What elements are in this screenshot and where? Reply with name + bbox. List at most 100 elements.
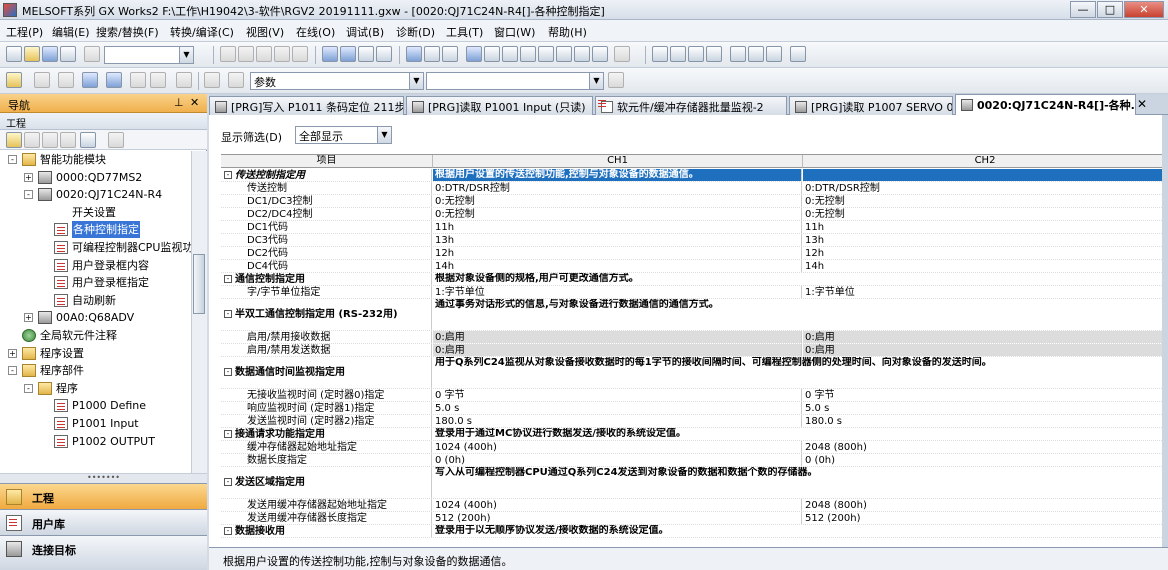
tree-node[interactable]: - 智能功能模块 — [0, 151, 190, 168]
tree-node[interactable]: 开关设置 — [0, 204, 190, 221]
grid-cell-ch1[interactable]: 0:启用 — [433, 331, 802, 343]
nav-button-user-library[interactable]: 用户库 — [0, 509, 207, 535]
help-icon[interactable] — [84, 46, 100, 62]
step-icon[interactable] — [520, 46, 536, 62]
properties-icon[interactable] — [42, 132, 58, 148]
print-icon[interactable] — [60, 46, 76, 62]
copy-icon[interactable] — [238, 46, 254, 62]
menu-item[interactable]: 在线(O) — [296, 24, 335, 40]
expand-icon[interactable]: - — [24, 190, 33, 200]
grid-cell-ch1[interactable]: 0:无控制 — [433, 208, 802, 220]
tree-node[interactable]: P1001 Input — [0, 415, 190, 432]
menu-item[interactable]: 视图(V) — [246, 24, 284, 40]
grid-setting-row[interactable]: 响应监视时间 (定时器1)指定 5.0 s 5.0 s — [221, 402, 1168, 415]
collapse-icon[interactable]: - — [224, 275, 232, 283]
tree-node[interactable]: - 程序 — [0, 380, 190, 397]
grid-setting-row[interactable]: DC1代码 11h 11h — [221, 221, 1168, 234]
tree-node[interactable]: - 程序部件 — [0, 362, 190, 379]
nav-button-project[interactable]: 工程 — [0, 483, 207, 509]
menu-item[interactable]: 帮助(H) — [548, 24, 587, 40]
menu-item[interactable]: 调试(B) — [346, 24, 384, 40]
grid-cell-ch2[interactable]: 5.0 s — [803, 402, 1168, 414]
grid-cell-ch2[interactable]: 0:无控制 — [803, 195, 1168, 207]
param-sub-combo[interactable]: ▼ — [426, 72, 604, 90]
grid-cell-ch2[interactable]: 0:启用 — [803, 344, 1168, 356]
expand-icon[interactable]: - — [8, 155, 17, 164]
tree-node[interactable]: 用户登录框内容 — [0, 257, 190, 274]
tree-node[interactable]: +0000:QD77MS2 — [0, 169, 190, 186]
ladder-vline-icon[interactable] — [730, 46, 746, 62]
replace-icon[interactable] — [442, 46, 458, 62]
expand-icon[interactable]: + — [24, 172, 33, 182]
read-plc-icon[interactable] — [340, 46, 356, 62]
grid-cell-ch2[interactable]: 0 字节 — [803, 389, 1168, 401]
menu-item[interactable]: 工程(P) — [6, 24, 43, 40]
grid-setting-row[interactable]: 发送监视时间 (定时器2)指定 180.0 s 180.0 s — [221, 415, 1168, 428]
tree-scrollbar-thumb[interactable] — [193, 254, 205, 314]
pane-splitter[interactable]: ••••••• — [0, 473, 207, 483]
grid-cell-ch1[interactable]: 1024 (400h) — [433, 499, 802, 511]
grid-cell-ch2[interactable]: 0:无控制 — [803, 208, 1168, 220]
undo-icon[interactable] — [274, 46, 290, 62]
watch-icon[interactable] — [538, 46, 554, 62]
grid-setting-row[interactable]: 数据长度指定 0 (0h) 0 (0h) — [221, 454, 1168, 467]
collapse-icon[interactable]: - — [224, 478, 232, 486]
expand-icon[interactable]: + — [24, 313, 33, 323]
grid-setting-row[interactable]: DC2/DC4控制 0:无控制 0:无控制 — [221, 208, 1168, 221]
grid-cell-ch1[interactable]: 0:无控制 — [433, 195, 802, 207]
compile-icon[interactable] — [406, 46, 422, 62]
grid-cell-ch2[interactable]: 0:DTR/DSR控制 — [803, 182, 1168, 194]
nav-button-connection[interactable]: 连接目标 — [0, 535, 207, 570]
grid-cell-ch1[interactable]: 0 字节 — [433, 389, 802, 401]
ladder-func-icon[interactable] — [688, 46, 704, 62]
filter-select[interactable]: 全部显示 ▼ — [295, 126, 392, 144]
grid-cell-ch2[interactable]: 2048 (800h) — [803, 499, 1168, 511]
tree-node[interactable]: 可编程控制器CPU监视功 — [0, 239, 191, 256]
menu-item[interactable]: 搜索/替换(F) — [96, 24, 159, 40]
menu-item[interactable]: 窗口(W) — [494, 24, 535, 40]
watch-window-icon[interactable] — [58, 72, 74, 88]
expand-icon[interactable]: + — [8, 348, 17, 358]
expand-icon[interactable]: - — [24, 383, 33, 393]
grid-cell-ch2[interactable]: 13h — [803, 234, 1168, 246]
diagnostics-icon[interactable] — [574, 46, 590, 62]
tree-node[interactable]: 全局软元件注释 — [0, 327, 190, 344]
tree-node[interactable]: +00A0:Q68ADV — [0, 309, 190, 326]
menu-item[interactable]: 转换/编译(C) — [170, 24, 234, 40]
dev-batch-icon[interactable] — [82, 72, 98, 88]
grid-cell-ch1[interactable]: 14h — [433, 260, 802, 272]
grid-category-row[interactable]: - 传送控制指定用 根据用户设置的传送控制功能,控制与对象设备的数据通信。 — [221, 169, 1168, 182]
grid-category-row[interactable]: - 半双工通信控制指定用 (RS-232用) 通过事务对话形式的信息,与对象设备进行… — [221, 299, 1168, 331]
open-project-icon[interactable] — [24, 46, 40, 62]
search-icon[interactable] — [424, 46, 440, 62]
ladder-coil-icon[interactable] — [670, 46, 686, 62]
binoculars-icon[interactable] — [228, 72, 244, 88]
grid-cell-ch2[interactable]: 1:字节单位 — [803, 286, 1168, 298]
list-icon[interactable] — [150, 72, 166, 88]
grid-cell-ch1[interactable]: 0 (0h) — [433, 454, 802, 466]
document-tab[interactable]: 软元件/缓冲存储器批量监视-2 — [595, 96, 787, 115]
new-data-icon[interactable] — [6, 132, 22, 148]
grid-cell-ch1[interactable]: 0:启用 — [433, 344, 802, 356]
tree-node[interactable]: P1002 OUTPUT — [0, 433, 190, 450]
grid-setting-row[interactable]: 启用/禁用发送数据 0:启用 0:启用 — [221, 344, 1168, 357]
save-project-icon[interactable] — [42, 46, 58, 62]
paste-icon[interactable] — [256, 46, 272, 62]
minimize-button[interactable]: — — [1070, 1, 1096, 18]
grid-cell-ch1[interactable]: 13h — [433, 234, 802, 246]
copy-data-icon[interactable] — [60, 132, 76, 148]
grid-cell-ch2[interactable]: 12h — [803, 247, 1168, 259]
ladder-rise-icon[interactable] — [766, 46, 782, 62]
monitor-icon[interactable] — [376, 46, 392, 62]
collapse-icon[interactable]: - — [224, 368, 232, 376]
grid-setting-row[interactable]: DC2代码 12h 12h — [221, 247, 1168, 260]
new-project-icon[interactable] — [6, 46, 22, 62]
device-list-icon[interactable] — [106, 72, 122, 88]
grid-setting-row[interactable]: DC4代码 14h 14h — [221, 260, 1168, 273]
grid-cell-ch2[interactable]: 2048 (800h) — [803, 441, 1168, 453]
menu-item[interactable]: 诊断(D) — [396, 24, 435, 40]
simulation-icon[interactable] — [556, 46, 572, 62]
ladder-delete-icon[interactable] — [748, 46, 764, 62]
delete-data-icon[interactable] — [24, 132, 40, 148]
cross-ref-icon[interactable] — [130, 72, 146, 88]
